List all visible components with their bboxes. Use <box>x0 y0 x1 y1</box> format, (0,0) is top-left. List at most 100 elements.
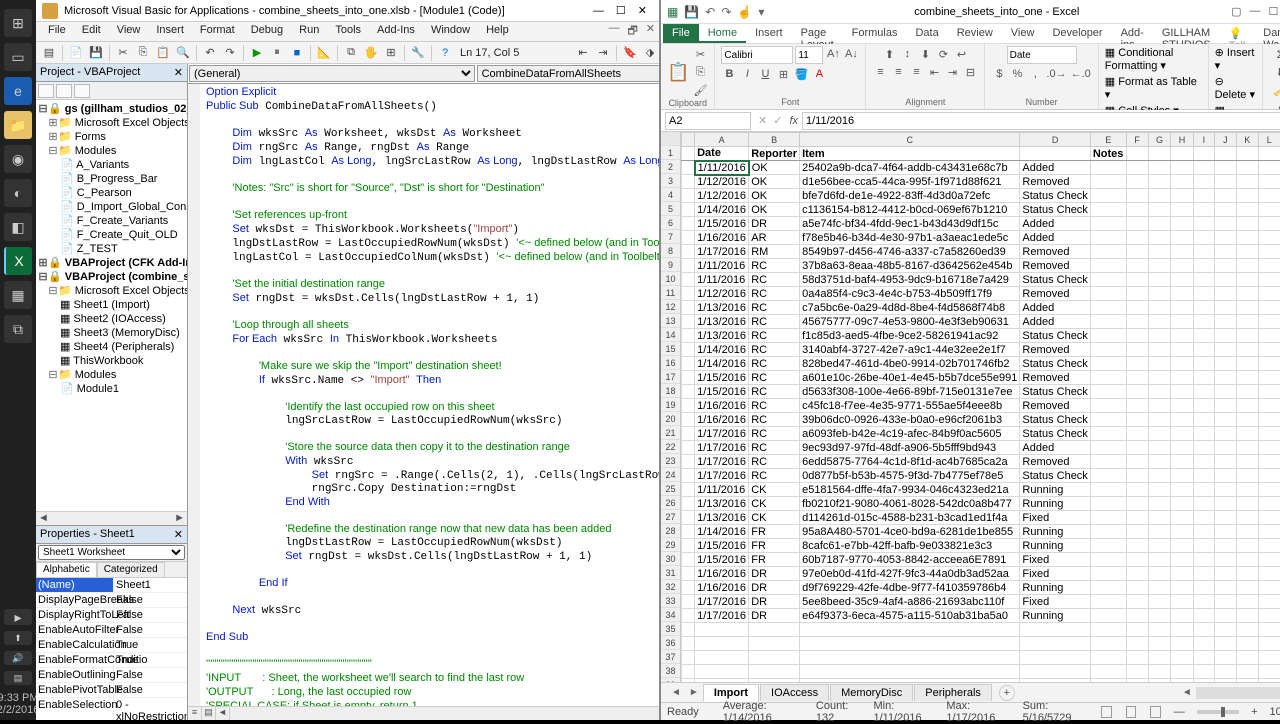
align-center-icon[interactable]: ≡ <box>890 64 906 80</box>
xl-maximize-icon[interactable]: ☐ <box>1269 5 1279 18</box>
qat-undo-icon[interactable]: ↶ <box>705 5 715 19</box>
table-row[interactable]: 1/15/2016FR8cafc61-e7bb-42ff-bafb-9e0338… <box>682 539 1280 553</box>
prop-row[interactable]: EnableSelection0 - xlNoRestrictions <box>36 698 187 720</box>
help-icon[interactable]: ? <box>436 44 454 62</box>
table-row[interactable]: 1/14/2016RC828bed47-461d-4be0-9914-02b70… <box>682 357 1280 371</box>
menu-file[interactable]: File <box>40 22 74 41</box>
table-row[interactable]: 1/14/2016RC3140abf4-3727-42e7-a9c1-44e32… <box>682 343 1280 357</box>
table-row[interactable]: 1/16/2016RC39b06dc0-0926-433e-b0a0-e96cf… <box>682 413 1280 427</box>
table-row[interactable]: 1/12/2016OKbfe7d6fd-de1e-4922-83ff-4d3d0… <box>682 189 1280 203</box>
number-format-combo[interactable] <box>1007 46 1077 64</box>
paste-icon[interactable]: 📋 <box>154 44 172 62</box>
edge-icon[interactable]: e <box>4 77 32 105</box>
save-icon[interactable]: 💾 <box>87 44 105 62</box>
table-row[interactable]: 1/13/2016CKfb0210f21-9080-4061-8028-542d… <box>682 497 1280 511</box>
find-icon[interactable]: 🔍 <box>174 44 192 62</box>
table-row[interactable]: 1/16/2016ARf78e5b46-b34d-4e30-97b1-a3aea… <box>682 231 1280 245</box>
run-icon[interactable]: ▶ <box>248 44 266 62</box>
tab-categorized[interactable]: Categorized <box>97 562 165 577</box>
view-break-icon[interactable] <box>1150 706 1160 718</box>
mdi-close-icon[interactable]: ✕ <box>642 22 659 41</box>
table-row[interactable]: 1/17/2016DR5ee8beed-35c9-4af4-a886-21693… <box>682 595 1280 609</box>
copy-icon[interactable]: ⎘ <box>134 44 152 62</box>
table-row[interactable]: 1/16/2016RCc45fc18-f7ee-4e35-9771-555ae5… <box>682 399 1280 413</box>
tab-developer[interactable]: Developer <box>1043 24 1111 43</box>
view-object-icon[interactable] <box>56 84 72 98</box>
align-left-icon[interactable]: ≡ <box>872 64 888 80</box>
table-row[interactable] <box>682 665 1280 679</box>
tab-formulas[interactable]: Formulas <box>843 24 907 43</box>
insert-cells-button[interactable]: ⊕ Insert ▾ <box>1215 46 1256 72</box>
project-explorer-header[interactable]: Project - VBAProject✕ <box>36 64 187 82</box>
redo-icon[interactable]: ↷ <box>221 44 239 62</box>
prop-row[interactable]: EnableFormatConditioTrue <box>36 653 187 668</box>
paste-button[interactable]: 📋 <box>667 62 689 83</box>
full-view-icon[interactable]: ▤ <box>202 707 216 720</box>
formula-bar[interactable] <box>802 112 1280 130</box>
new-sheet-button[interactable]: + <box>999 685 1015 701</box>
task-view-icon[interactable]: ▭ <box>4 43 32 71</box>
table-row[interactable]: 1/11/2016RC58d3751d-baf4-4953-9dc9-b1671… <box>682 273 1280 287</box>
minimize-icon[interactable]: — <box>587 5 610 17</box>
design-mode-icon[interactable]: 📐 <box>315 44 333 62</box>
cond-format-button[interactable]: ▦ Conditional Formatting ▾ <box>1105 46 1202 72</box>
menu-edit[interactable]: Edit <box>74 22 109 41</box>
bold-button[interactable]: B <box>721 66 737 82</box>
currency-icon[interactable]: $ <box>991 66 1007 82</box>
table-row[interactable]: 1/17/2016RC6edd5875-7764-4c1d-8f1d-ac4b7… <box>682 455 1280 469</box>
excel-icon[interactable]: X <box>4 247 32 275</box>
properties-object-combo[interactable]: Sheet1 Worksheet <box>36 544 187 562</box>
clear-icon[interactable]: 🧹▾ <box>1272 82 1280 98</box>
vscode-icon[interactable]: ⧉ <box>4 315 32 343</box>
proc-view-icon[interactable]: ≡ <box>188 707 202 720</box>
fill-color-icon[interactable]: 🪣 <box>793 66 809 82</box>
object-combo[interactable]: (General) <box>189 65 475 82</box>
table-row[interactable]: 1/12/2016OKd1e56bee-cca5-44ca-995f-1f971… <box>682 175 1280 189</box>
align-mid-icon[interactable]: ↕ <box>899 46 915 62</box>
indent-xl-icon[interactable]: ⇥ <box>944 64 960 80</box>
break-icon[interactable]: ⏸ <box>268 44 286 62</box>
prop-row[interactable]: (Name)Sheet1 <box>36 578 187 593</box>
prop-row[interactable]: EnableCalculationTrue <box>36 638 187 653</box>
tree-hscroll[interactable]: ◄► <box>36 511 187 525</box>
qat-save-icon[interactable]: 💾 <box>684 5 699 19</box>
table-row[interactable]: 1/17/2016RCa6093feb-b42e-4c19-afec-84b9f… <box>682 427 1280 441</box>
tell-me[interactable]: 💡 Tell me <box>1220 24 1255 43</box>
tab-gillham[interactable]: GILLHAM STUDIOS <box>1153 24 1220 43</box>
excel-title-bar[interactable]: ▦ 💾 ↶ ↷ ☝ ▾ combine_sheets_into_one - Ex… <box>661 0 1280 24</box>
prop-row[interactable]: DisplayRightToLeftFalse <box>36 608 187 623</box>
bookmark2-icon[interactable]: ⬗ <box>641 44 659 62</box>
tab-addins[interactable]: Add-ins <box>1112 24 1153 43</box>
app-icon-2[interactable]: ▦ <box>4 281 32 309</box>
zoom-slider[interactable] <box>1197 710 1239 714</box>
project-explorer-icon[interactable]: ⧉ <box>342 44 360 62</box>
table-row[interactable] <box>682 679 1280 683</box>
view-normal-icon[interactable] <box>1101 706 1111 718</box>
sheet-nav-next-icon[interactable]: ► <box>685 687 703 698</box>
table-row[interactable]: 1/14/2016OKc1136154-b812-4412-b0cd-069ef… <box>682 203 1280 217</box>
format-table-button[interactable]: ▦ Format as Table ▾ <box>1105 75 1202 101</box>
menu-view[interactable]: View <box>109 22 149 41</box>
people-icon[interactable]: ◐ <box>4 179 32 207</box>
orientation-icon[interactable]: ⟳ <box>935 46 951 62</box>
cancel-formula-icon[interactable]: ✕ <box>755 114 770 127</box>
prop-row[interactable]: EnableOutliningFalse <box>36 668 187 683</box>
hscroll-left-icon[interactable]: ◄ <box>1178 687 1196 698</box>
table-row[interactable]: 1/17/2016RC9ec93d97-97fd-48df-a906-5b5ff… <box>682 441 1280 455</box>
table-row[interactable]: 1/13/2016RC45675777-09c7-4e53-9800-4e3f3… <box>682 315 1280 329</box>
table-row[interactable]: 1/16/2016DRd9f769229-42fe-4dbe-9f77-f410… <box>682 581 1280 595</box>
procedure-combo[interactable]: CombineDataFromAllSheets <box>477 65 659 82</box>
table-row[interactable]: 1/13/2016RCc7a5bc6e-0a29-4d8d-8be4-f4d58… <box>682 301 1280 315</box>
table-row[interactable]: 1/11/2016OK25402a9b-dca7-4f64-addb-c4343… <box>682 161 1280 175</box>
cut-icon[interactable]: ✂ <box>114 44 132 62</box>
table-row[interactable]: 1/15/2016RCa601e10c-26be-40e1-4e45-b5b7d… <box>682 371 1280 385</box>
prop-row[interactable]: EnableAutoFilterFalse <box>36 623 187 638</box>
table-row[interactable]: 1/17/2016DRe64f9373-6eca-4575-a115-510ab… <box>682 609 1280 623</box>
tab-data[interactable]: Data <box>906 24 947 43</box>
prop-row[interactable]: EnablePivotTableFalse <box>36 683 187 698</box>
zoom-out-icon[interactable]: — <box>1174 706 1185 718</box>
explorer-icon[interactable]: 📁 <box>4 111 32 139</box>
sheet-nav-prev-icon[interactable]: ◄ <box>667 687 685 698</box>
menu-format[interactable]: Format <box>192 22 243 41</box>
dec-dec-icon[interactable]: ←.0 <box>1070 66 1092 82</box>
